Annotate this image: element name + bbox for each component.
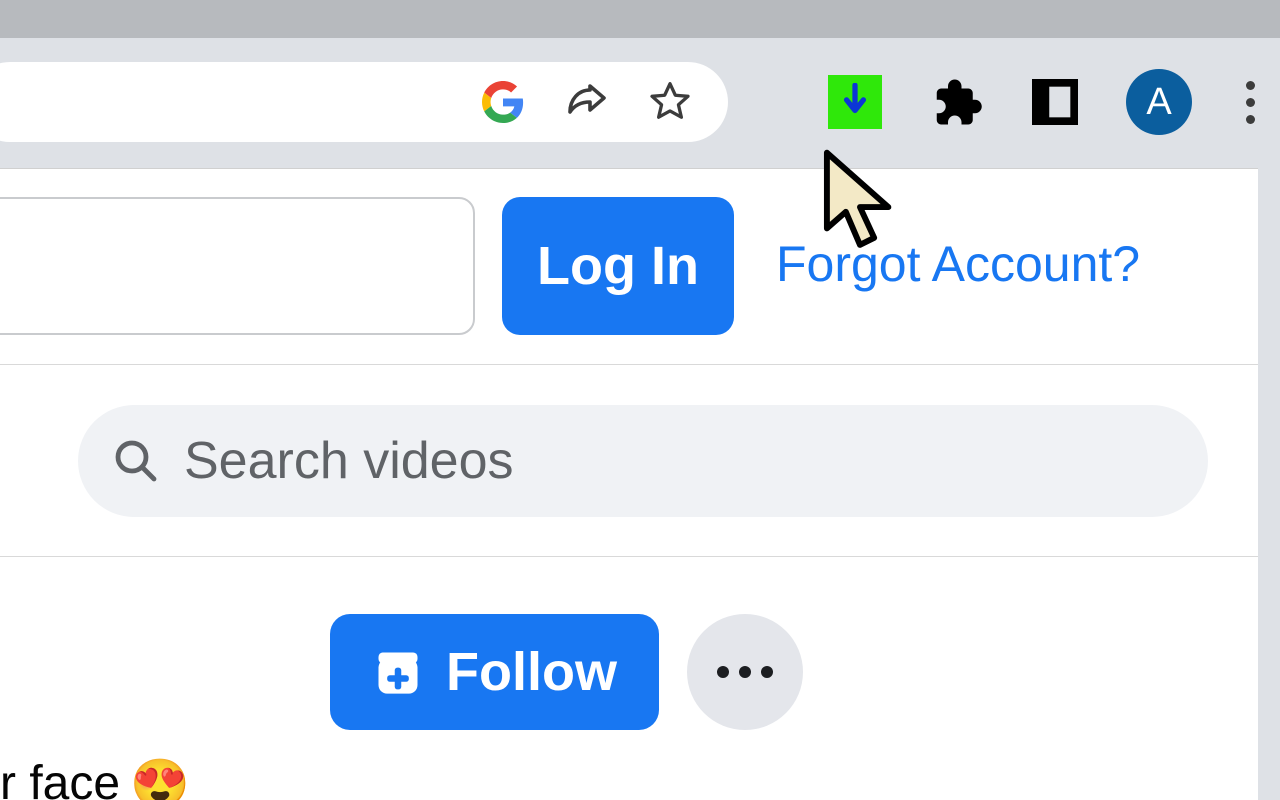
google-icon[interactable] (482, 81, 524, 123)
window-titlebar (0, 0, 1280, 38)
toolbar-right-icons: A (828, 62, 1260, 142)
avatar-letter: A (1146, 81, 1171, 124)
login-bar: Log In Forgot Account? (0, 169, 1258, 365)
scrollbar-gutter[interactable] (1258, 168, 1280, 800)
partial-caption-text: r face 😍 (0, 755, 190, 800)
follow-row: Follow (0, 557, 1258, 787)
search-input[interactable]: Search videos (78, 405, 1208, 517)
address-bar[interactable] (0, 62, 728, 142)
browser-menu-icon[interactable] (1240, 81, 1260, 124)
follow-plus-icon (372, 646, 424, 698)
follow-label: Follow (446, 641, 617, 703)
search-placeholder: Search videos (184, 431, 514, 491)
bookmark-star-icon[interactable] (648, 80, 692, 124)
forgot-account-link[interactable]: Forgot Account? (776, 235, 1140, 293)
page-content: Log In Forgot Account? Search videos (0, 168, 1258, 800)
side-panel-icon[interactable] (1032, 79, 1078, 125)
login-button[interactable]: Log In (502, 197, 734, 335)
extensions-puzzle-icon[interactable] (930, 75, 984, 129)
search-icon (112, 437, 160, 485)
profile-avatar[interactable]: A (1126, 69, 1192, 135)
heart-eyes-emoji: 😍 (130, 755, 190, 800)
password-field[interactable] (0, 197, 475, 335)
share-icon[interactable] (562, 78, 610, 126)
browser-toolbar: A (0, 38, 1280, 168)
follow-button[interactable]: Follow (330, 614, 659, 730)
search-row: Search videos (0, 365, 1258, 557)
download-extension-icon[interactable] (828, 75, 882, 129)
more-actions-button[interactable] (687, 614, 803, 730)
